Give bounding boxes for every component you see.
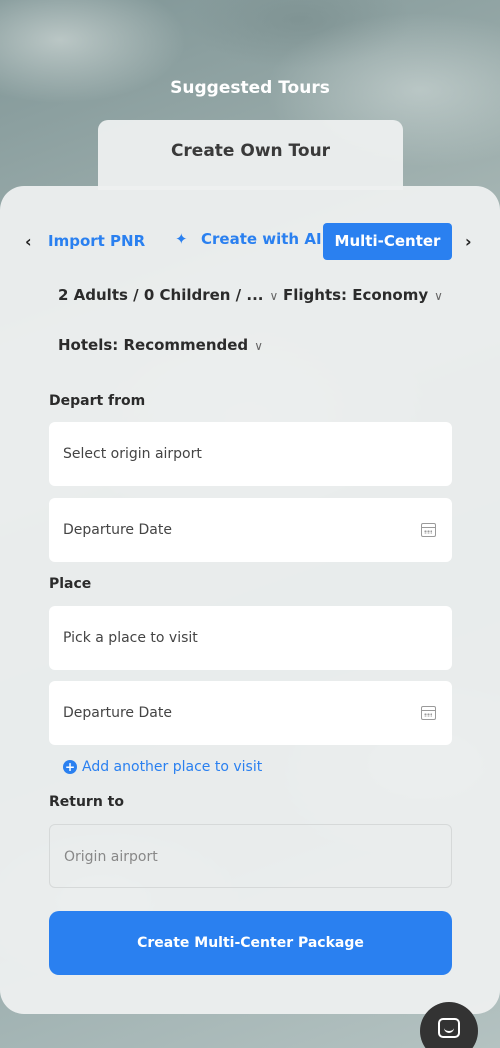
return-airport-input[interactable]: Origin airport (49, 824, 452, 888)
plus-circle-icon: + (63, 760, 77, 774)
add-place-label: Add another place to visit (82, 759, 263, 775)
place-date-input[interactable]: Departure Date (49, 681, 452, 745)
tab-label: Create Own Tour (170, 141, 331, 161)
add-place-link[interactable]: + Add another place to visit (63, 759, 262, 775)
tab-multi-center[interactable]: Multi-Center (323, 223, 452, 260)
mode-tabs: ‹ Import PNR ✦ Create with AI Multi-Cent… (0, 222, 500, 260)
chevron-down-icon: ∨ (269, 289, 279, 303)
departure-date-placeholder: Departure Date (63, 522, 172, 538)
flights-dropdown[interactable]: Flights: Economy ∨ (283, 286, 443, 304)
sparkle-icon: ✦ (175, 230, 188, 248)
create-package-button[interactable]: Create Multi-Center Package (49, 911, 452, 975)
hotels-dropdown[interactable]: Hotels: Recommended ∨ (58, 336, 263, 354)
tour-builder-panel (0, 186, 500, 1014)
chat-icon (438, 1018, 460, 1038)
tab-create-with-ai[interactable]: Create with AI (201, 230, 322, 248)
origin-placeholder: Select origin airport (63, 446, 202, 462)
departure-date-input[interactable]: Departure Date (49, 498, 452, 562)
depart-from-label: Depart from (49, 393, 146, 409)
travelers-value: 2 Adults / 0 Children / ... (58, 286, 264, 304)
tab-create-own-tour[interactable]: Create Own Tour (98, 120, 403, 190)
calendar-icon[interactable] (421, 706, 436, 720)
place-label: Place (49, 576, 92, 592)
page-title: Suggested Tours (170, 78, 330, 98)
return-to-label: Return to (49, 794, 124, 810)
chevron-right-icon[interactable]: › (465, 232, 472, 251)
place-input[interactable]: Pick a place to visit (49, 606, 452, 670)
chevron-left-icon[interactable]: ‹ (25, 232, 32, 251)
tab-import-pnr[interactable]: Import PNR (48, 232, 145, 250)
chevron-down-icon: ∨ (434, 289, 443, 303)
origin-airport-input[interactable]: Select origin airport (49, 422, 452, 486)
chevron-down-icon: ∨ (254, 339, 263, 353)
place-placeholder: Pick a place to visit (63, 630, 198, 646)
calendar-icon[interactable] (421, 523, 436, 537)
flights-value: Flights: Economy (283, 286, 429, 304)
place-date-placeholder: Departure Date (63, 705, 172, 721)
return-placeholder: Origin airport (64, 849, 158, 865)
travelers-dropdown[interactable]: 2 Adults / 0 Children / ... ∨ (58, 286, 278, 304)
hotels-value: Hotels: Recommended (58, 336, 249, 354)
